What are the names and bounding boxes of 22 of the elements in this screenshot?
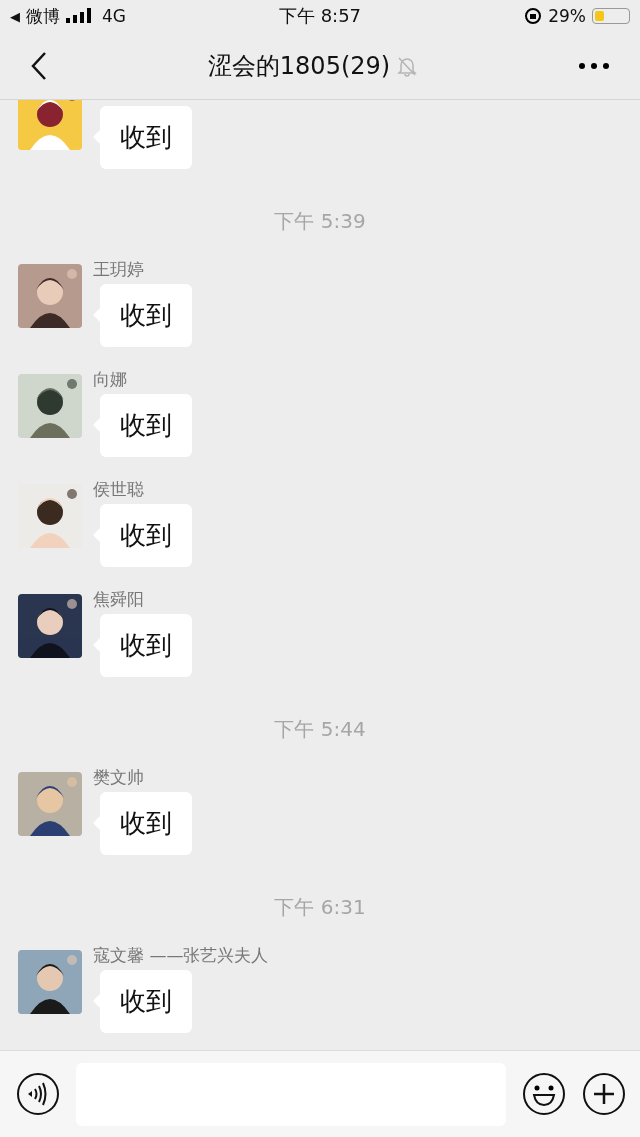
chat-title: 涩会的1805(29) xyxy=(207,50,391,82)
network-label: 4G xyxy=(102,6,126,26)
back-arrow[interactable]: ◀ xyxy=(10,8,20,24)
back-app-label[interactable]: 微博 xyxy=(26,4,60,28)
timestamp: 下午 5:39 xyxy=(274,208,366,235)
clock: 下午 8:57 xyxy=(278,4,362,28)
sender-name: 向娜 xyxy=(93,368,127,390)
add-icon[interactable] xyxy=(582,1072,626,1116)
more-icon[interactable] xyxy=(578,61,610,70)
back-icon[interactable] xyxy=(30,50,48,81)
sender-name: 王玥婷 xyxy=(93,258,144,280)
timestamp: 下午 5:44 xyxy=(274,716,366,743)
rotation-lock-icon xyxy=(524,7,543,25)
battery-icon xyxy=(592,8,630,24)
sender-name: 焦舜阳 xyxy=(93,588,144,610)
battery-percent: 29% xyxy=(548,6,586,26)
sender-name: 侯世聪 xyxy=(93,478,144,500)
emoji-icon[interactable] xyxy=(522,1072,566,1116)
sender-name: 寇文馨 ——张艺兴夫人 xyxy=(93,944,269,966)
voice-icon[interactable] xyxy=(16,1072,60,1116)
sender-name: 樊文帅 xyxy=(93,766,144,788)
timestamp: 下午 6:31 xyxy=(274,894,366,921)
